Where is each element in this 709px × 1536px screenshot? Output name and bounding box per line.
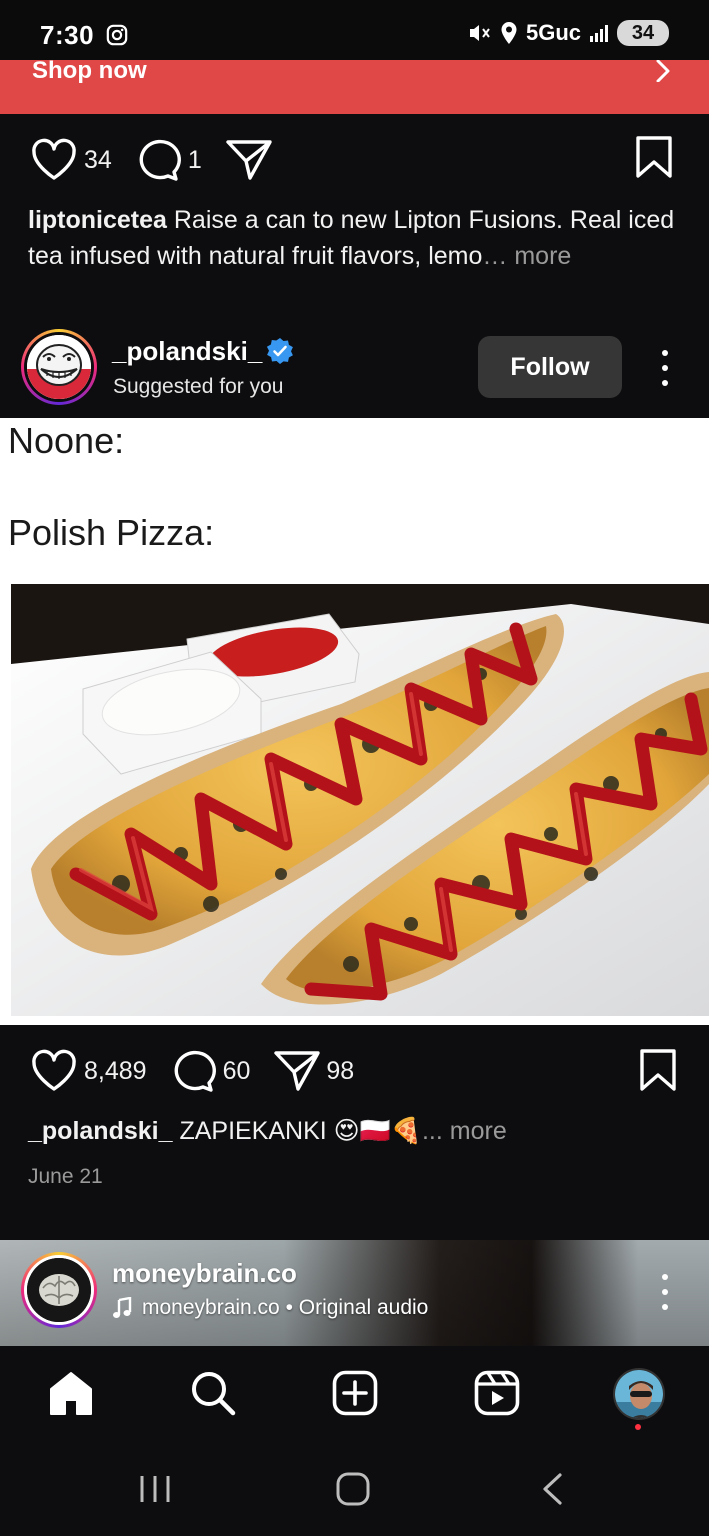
like-count: 34 — [84, 145, 112, 174]
status-bar: 7:30 5Guc 34 — [0, 0, 709, 60]
shop-now-bar[interactable]: Shop now — [0, 57, 709, 114]
profile-notification-dot — [635, 1424, 641, 1430]
home-button-icon[interactable] — [336, 1472, 370, 1506]
comment-icon[interactable] — [136, 138, 182, 182]
more-options-icon[interactable] — [659, 350, 671, 386]
share-count: 98 — [326, 1056, 355, 1085]
post-actions: 8,489 60 98 — [30, 1049, 378, 1093]
suggested-label: Suggested for you — [113, 375, 284, 398]
share-icon[interactable] — [226, 139, 272, 181]
like-count: 8,489 — [84, 1056, 147, 1085]
chevron-right-icon — [656, 60, 670, 82]
comment-count: 1 — [187, 145, 202, 174]
reel-audio-label: moneybrain.co • Original audio — [142, 1296, 429, 1319]
location-icon — [501, 22, 517, 44]
more-options-icon[interactable] — [659, 1274, 671, 1310]
caption-more-link[interactable]: … more — [482, 242, 571, 270]
author-avatar[interactable] — [21, 329, 97, 405]
troll-face-avatar — [27, 335, 91, 399]
post-date: June 21 — [28, 1165, 103, 1188]
post-actions: 34 1 — [30, 138, 272, 182]
caption-username[interactable]: _polandski_ — [28, 1117, 173, 1145]
comment-count: 60 — [222, 1056, 251, 1085]
search-icon — [192, 1372, 236, 1416]
shop-now-label: Shop now — [32, 57, 147, 84]
back-icon[interactable] — [540, 1472, 564, 1506]
battery-icon: 34 — [617, 20, 669, 46]
tab-reels[interactable] — [472, 1368, 522, 1418]
bookmark-icon[interactable] — [639, 1049, 677, 1091]
meme-line-2: Polish Pizza: — [8, 512, 215, 553]
brain-icon — [27, 1258, 91, 1322]
post-image[interactable]: Noone: Polish Pizza: — [0, 418, 709, 1025]
reel-audio-row[interactable]: moneybrain.co • Original audio — [112, 1296, 428, 1320]
instagram-icon — [106, 24, 128, 46]
meme-line-1: Noone: — [8, 420, 125, 461]
author-username[interactable]: _polandski_ — [112, 336, 262, 367]
tab-home[interactable] — [46, 1368, 96, 1418]
pizza-photo — [11, 584, 709, 1016]
profile-avatar — [613, 1368, 665, 1420]
mute-icon — [469, 25, 490, 41]
battery-level: 34 — [631, 21, 655, 44]
music-note-icon — [113, 1297, 132, 1318]
post-caption: _polandski_ ZAPIEKANKI 😍🇵🇱🍕... more — [28, 1113, 688, 1149]
post-caption: liptonicetea Raise a can to new Lipton F… — [28, 202, 688, 274]
like-icon[interactable] — [30, 1049, 78, 1093]
post-footer: 8,489 60 98 _polandski_ ZAPIEKANKI 😍🇵🇱🍕.… — [0, 1025, 709, 1240]
next-reel-header[interactable]: moneybrain.co moneybrain.co • Original a… — [0, 1240, 709, 1346]
create-icon — [332, 1370, 378, 1416]
network-label: 5Guc — [525, 20, 581, 45]
signal-icon — [590, 25, 608, 42]
reels-icon — [474, 1370, 520, 1416]
system-nav-bar — [0, 1442, 709, 1536]
comment-icon[interactable] — [171, 1049, 217, 1093]
home-icon — [50, 1372, 92, 1415]
recent-apps-icon[interactable] — [138, 1474, 172, 1504]
share-icon[interactable] — [274, 1050, 321, 1092]
tab-profile[interactable] — [611, 1366, 667, 1422]
caption-more-link[interactable]: ... more — [422, 1117, 507, 1145]
reel-author-avatar[interactable] — [21, 1252, 97, 1328]
tab-create[interactable] — [330, 1368, 380, 1418]
follow-label: Follow — [510, 352, 590, 381]
caption-username[interactable]: liptonicetea — [28, 206, 167, 234]
status-time: 7:30 — [40, 20, 95, 50]
bottom-tab-bar — [0, 1346, 709, 1442]
tab-search[interactable] — [188, 1368, 238, 1418]
post-header: _polandski_ Suggested for you Follow — [0, 320, 709, 418]
reel-username[interactable]: moneybrain.co — [112, 1258, 297, 1289]
bookmark-icon[interactable] — [635, 136, 673, 178]
caption-text: ZAPIEKANKI 😍🇵🇱🍕 — [179, 1117, 422, 1145]
follow-button[interactable]: Follow — [478, 336, 622, 398]
verified-badge-icon — [266, 338, 293, 364]
like-icon[interactable] — [30, 138, 78, 182]
